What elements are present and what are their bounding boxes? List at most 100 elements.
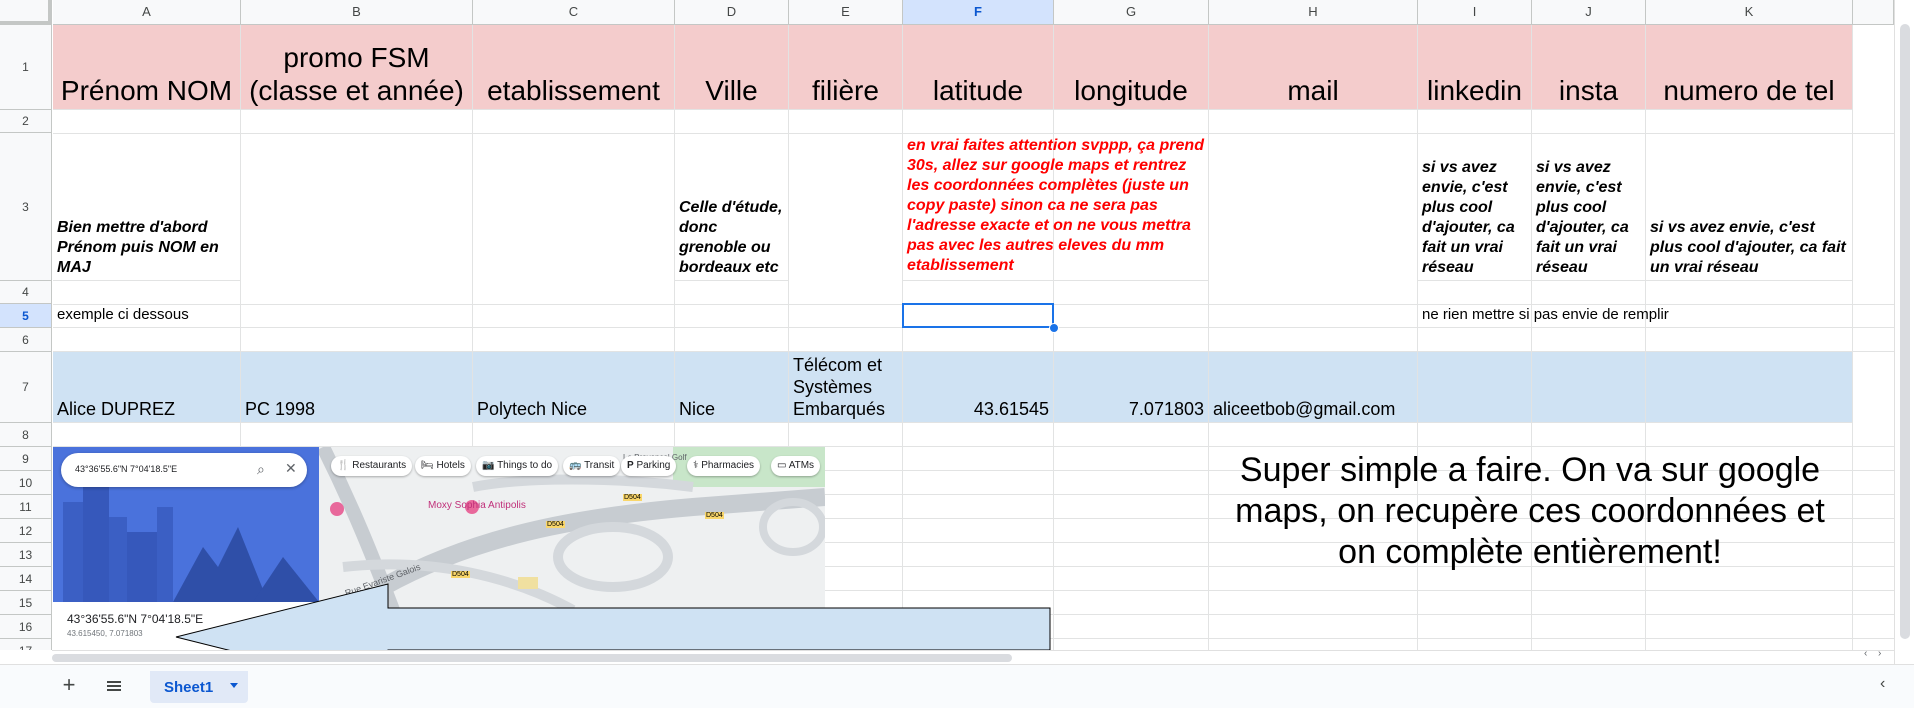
column-header-a[interactable]: A	[53, 0, 241, 25]
cell-h7[interactable]: aliceetbob@gmail.com	[1209, 352, 1418, 423]
column-header-b[interactable]: B	[241, 0, 473, 25]
row-header-12[interactable]: 12	[0, 519, 52, 543]
plus-icon[interactable]: +	[56, 673, 82, 699]
maps-search-box[interactable]: 43°36'55.6"N 7°04'18.5"E ⌕ ✕	[61, 453, 307, 487]
row-header-3[interactable]: 3	[0, 133, 52, 281]
horizontal-scroll-thumb[interactable]	[52, 654, 1012, 662]
place-label: Moxy Sophia Antipolis	[428, 500, 526, 511]
chip-things-to-do[interactable]: 📷 Things to do	[476, 456, 559, 476]
cell-a3[interactable]: Bien mettre d'abord Prénom puis NOM en M…	[53, 133, 241, 281]
cell-g1[interactable]: longitude	[1054, 25, 1209, 110]
note-coordinates-warning: en vrai faites attention svppp, ça prend…	[907, 137, 1204, 274]
cell-c7[interactable]: Polytech Nice	[473, 352, 675, 423]
cell-i3[interactable]: si vs avez envie, c'est plus cool d'ajou…	[1418, 133, 1532, 281]
column-header-j[interactable]: J	[1532, 0, 1646, 25]
header-numero: numero de tel	[1663, 75, 1835, 106]
caret-down-icon[interactable]	[230, 683, 238, 688]
note-insta: si vs avez envie, c'est plus cool d'ajou…	[1536, 159, 1629, 276]
maps-side-panel: 43°36'55.6"N 7°04'18.5"E ⌕ ✕ 43°36'55.6"…	[53, 447, 319, 650]
scroll-right-icon[interactable]: ›	[1878, 648, 1881, 659]
row-header-5[interactable]: 5	[0, 304, 52, 328]
example-name: Alice DUPREZ	[57, 399, 176, 419]
column-header-i[interactable]: I	[1418, 0, 1532, 25]
cell-k3[interactable]: si vs avez envie, c'est plus cool d'ajou…	[1646, 133, 1853, 281]
column-header-c[interactable]: C	[473, 0, 675, 25]
cell-i5[interactable]: ne rien mettre si pas envie de remplir	[1418, 304, 1669, 328]
coordinates-panel: 43°36'55.6"N 7°04'18.5"E 43.615450, 7.07…	[53, 602, 319, 650]
chip-restaurants[interactable]: 🍴 Restaurants	[331, 456, 413, 476]
fill-handle[interactable]	[1049, 323, 1059, 333]
chip-hotels[interactable]: 🛏 Hotels	[415, 456, 471, 476]
vertical-scrollbar[interactable]	[1894, 0, 1914, 664]
cell-b7[interactable]: PC 1998	[241, 352, 473, 423]
cell-a1[interactable]: Prénom NOM	[53, 25, 241, 110]
column-header-g[interactable]: G	[1054, 0, 1209, 25]
row-header-15[interactable]: 15	[0, 591, 52, 615]
optional-hint: ne rien mettre si pas envie de remplir	[1422, 306, 1669, 323]
column-header-d[interactable]: D	[675, 0, 789, 25]
row-header-7[interactable]: 7	[0, 352, 52, 423]
row-header-6[interactable]: 6	[0, 328, 52, 352]
chip-atms[interactable]: ▭ ATMs	[771, 456, 821, 476]
search-icon[interactable]: ⌕	[257, 461, 265, 478]
example-below-label: exemple ci dessous	[57, 306, 189, 323]
row-header-9[interactable]: 9	[0, 447, 52, 471]
cell-b1[interactable]: promo FSM (classe et année)	[241, 25, 473, 110]
row-header-8[interactable]: 8	[0, 423, 52, 447]
row-header-13[interactable]: 13	[0, 543, 52, 567]
cell-k7[interactable]	[1646, 352, 1853, 423]
close-icon[interactable]: ✕	[285, 460, 297, 477]
spreadsheet-grid[interactable]: A B C D E F G H I J K 1 2 3 4 5 6 7 8 9 …	[0, 0, 1914, 650]
cell-d3[interactable]: Celle d'étude, donc grenoble ou bordeaux…	[675, 133, 789, 281]
cell-f3[interactable]: en vrai faites attention svppp, ça prend…	[903, 133, 1209, 281]
column-header-h[interactable]: H	[1209, 0, 1418, 25]
chip-parking[interactable]: P Parking	[621, 456, 677, 476]
header-ville: Ville	[705, 75, 758, 106]
row-header-10[interactable]: 10	[0, 471, 52, 495]
cell-i1[interactable]: linkedin	[1418, 25, 1532, 110]
header-prenom-nom: Prénom NOM	[60, 75, 233, 106]
header-insta: insta	[1558, 75, 1619, 106]
maps-search-input[interactable]: 43°36'55.6"N 7°04'18.5"E	[75, 464, 177, 474]
cell-a7[interactable]: Alice DUPREZ	[53, 352, 241, 423]
horizontal-scrollbar[interactable]: ‹ ›	[52, 648, 1894, 664]
vertical-scroll-thumb[interactable]	[1900, 24, 1910, 639]
header-promo: promo FSM (classe et année)	[249, 42, 464, 106]
cell-i7[interactable]	[1418, 352, 1532, 423]
cell-g7[interactable]: 7.071803	[1054, 352, 1209, 423]
row-header-17[interactable]: 17	[0, 639, 52, 650]
cell-f7[interactable]: 43.61545	[903, 352, 1054, 423]
active-cell-f5[interactable]	[902, 303, 1054, 328]
cell-j3[interactable]: si vs avez envie, c'est plus cool d'ajou…	[1532, 133, 1646, 281]
chip-transit[interactable]: 🚌 Transit	[563, 456, 621, 476]
example-ville: Nice	[679, 399, 716, 419]
row-header-11[interactable]: 11	[0, 495, 52, 519]
cell-c1[interactable]: etablissement	[473, 25, 675, 110]
cell-d1[interactable]: Ville	[675, 25, 789, 110]
header-mail: mail	[1287, 75, 1339, 106]
select-all-corner[interactable]	[0, 0, 52, 25]
scroll-left-icon[interactable]: ‹	[1864, 648, 1867, 659]
row-header-4[interactable]: 4	[0, 281, 52, 304]
chevron-left-icon[interactable]: ‹	[1880, 675, 1885, 693]
chip-pharmacies[interactable]: ⚕ Pharmacies	[687, 456, 761, 476]
cell-j1[interactable]: insta	[1532, 25, 1646, 110]
cell-e1[interactable]: filière	[789, 25, 903, 110]
row-header-16[interactable]: 16	[0, 615, 52, 639]
cell-h1[interactable]: mail	[1209, 25, 1418, 110]
all-sheets-icon[interactable]	[101, 673, 127, 699]
coordinates-decimal: 43.615450, 7.071803	[67, 629, 143, 638]
row-header-14[interactable]: 14	[0, 567, 52, 591]
row-header-1[interactable]: 1	[0, 25, 52, 110]
column-header-k[interactable]: K	[1646, 0, 1853, 25]
sheet-tab-sheet1[interactable]: Sheet1	[150, 671, 248, 703]
cell-j7[interactable]	[1532, 352, 1646, 423]
cell-a5[interactable]: exemple ci dessous	[53, 304, 241, 328]
column-header-f[interactable]: F	[903, 0, 1054, 25]
cell-k1[interactable]: numero de tel	[1646, 25, 1853, 110]
column-header-e[interactable]: E	[789, 0, 903, 25]
row-header-2[interactable]: 2	[0, 110, 52, 133]
cell-e7[interactable]: Télécom et Systèmes Embarqués	[789, 352, 903, 423]
cell-d7[interactable]: Nice	[675, 352, 789, 423]
cell-f1[interactable]: latitude	[903, 25, 1054, 110]
